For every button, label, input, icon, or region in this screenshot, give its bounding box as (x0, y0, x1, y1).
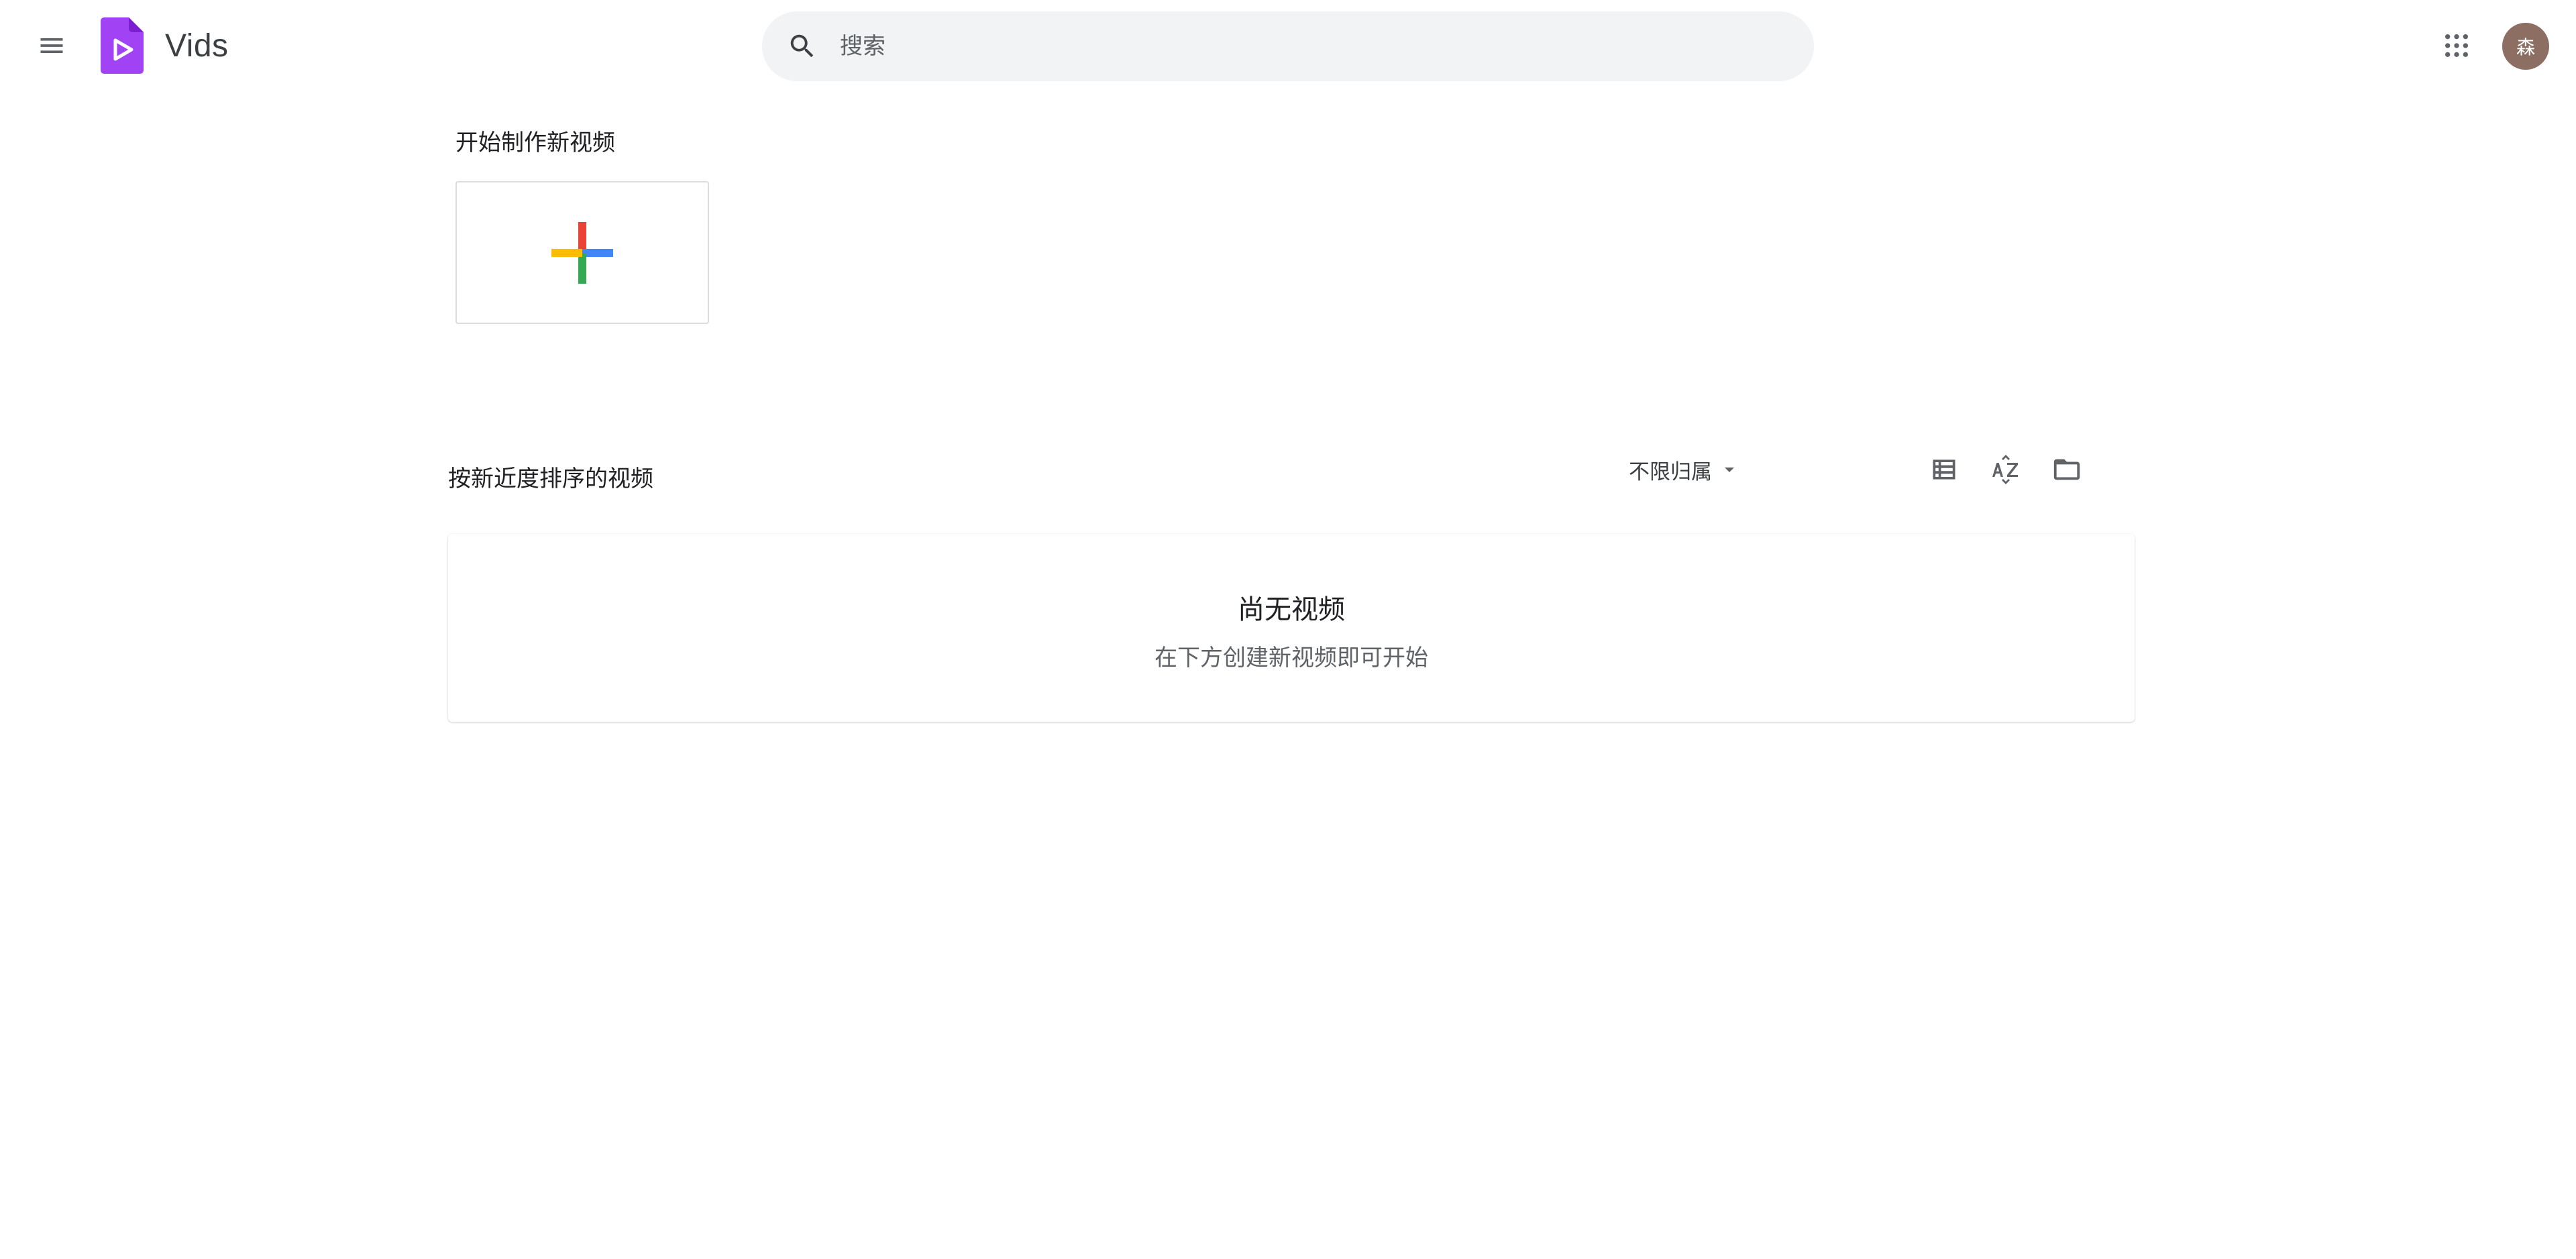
search-icon (790, 34, 814, 58)
list-view-icon (1933, 459, 1955, 480)
empty-state-subtitle: 在下方创建新视频即可开始 (1155, 645, 1428, 671)
new-video-card[interactable] (455, 181, 709, 324)
account-avatar[interactable]: 森 (2502, 23, 2549, 70)
list-view-button[interactable] (1917, 443, 1971, 496)
start-section-title: 开始制作新视频 (455, 129, 615, 156)
google-apps-button[interactable] (2430, 19, 2483, 72)
search-input[interactable] (840, 19, 1814, 73)
menu-icon (40, 38, 63, 53)
app-logo[interactable]: Vids (101, 17, 229, 74)
owner-filter-dropdown[interactable]: 不限归属 (1623, 451, 1743, 488)
empty-state-title: 尚无视频 (1238, 594, 1345, 625)
recent-section-title: 按新近度排序的视频 (448, 466, 653, 492)
avatar-initial: 森 (2516, 36, 2535, 58)
vids-home-page: Vids 森 开始制作新视频 按新近度排序的视频 不限归属 (0, 0, 2576, 1259)
open-file-picker-button[interactable] (2040, 443, 2094, 496)
caret-down-icon (1725, 468, 1734, 472)
folder-icon (2053, 459, 2080, 480)
multicolor-plus-icon (551, 221, 613, 284)
search-bar (762, 11, 1814, 81)
search-button[interactable] (775, 19, 829, 73)
main-menu-button[interactable] (25, 19, 78, 72)
owner-filter-label: 不限归属 (1629, 459, 1712, 484)
google-apps-icon (2445, 34, 2468, 57)
vids-logo-icon (101, 17, 144, 74)
app-title: Vids (165, 28, 229, 64)
sort-az-icon (1992, 455, 2018, 484)
empty-state-panel: 尚无视频 在下方创建新视频即可开始 (448, 534, 2135, 722)
sort-options-button[interactable] (1979, 443, 2033, 496)
